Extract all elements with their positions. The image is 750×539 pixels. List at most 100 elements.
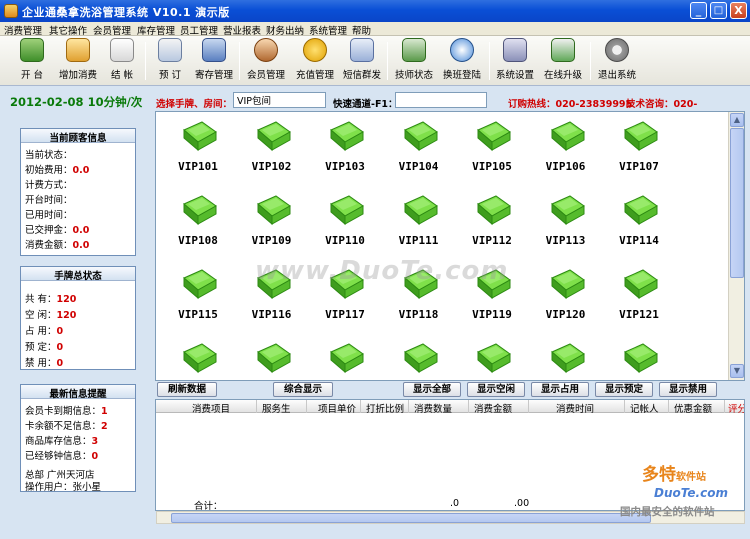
info-row: 已交押金：0.0 — [25, 225, 90, 236]
room-status-icon — [183, 121, 217, 152]
refresh-button[interactable]: 刷新数据 — [157, 382, 217, 397]
select-room-input[interactable] — [233, 92, 326, 108]
menu-other[interactable]: 其它操作 — [49, 23, 87, 37]
room-tile[interactable] — [456, 336, 528, 380]
room-tile[interactable]: VIP110 — [309, 188, 381, 260]
room-tile[interactable]: VIP102 — [236, 114, 308, 186]
scroll-down-icon[interactable]: ▼ — [730, 364, 744, 378]
checkout-button[interactable]: 结 帐 — [102, 38, 142, 84]
recharge-button[interactable]: 充值管理 — [293, 38, 337, 84]
status-row-item: 占 用：0 — [25, 326, 64, 337]
menu-finance[interactable]: 财务出纳 — [266, 23, 304, 37]
col-rating[interactable]: 评分 — [728, 401, 744, 415]
col-amount[interactable]: 消费金额 — [474, 401, 512, 415]
menu-consumption[interactable]: 消费管理 — [4, 23, 42, 37]
room-name: VIP118 — [398, 308, 439, 321]
menu-help[interactable]: 帮助 — [352, 23, 371, 37]
members-button[interactable]: 会员管理 — [243, 38, 289, 84]
minimize-button[interactable]: _ — [690, 2, 707, 19]
scroll-up-icon[interactable]: ▲ — [730, 113, 744, 127]
combined-display-button[interactable]: 综合显示 — [273, 382, 333, 397]
settings-button[interactable]: 系统设置 — [493, 38, 537, 84]
menu-system[interactable]: 系统管理 — [309, 23, 347, 37]
storage-icon — [202, 38, 226, 62]
menu-reports[interactable]: 营业报表 — [223, 23, 261, 37]
show-disabled-button[interactable]: 显示禁用 — [659, 382, 717, 397]
upgrade-button[interactable]: 在线升级 — [541, 38, 585, 84]
show-reserved-button[interactable]: 显示预定 — [595, 382, 653, 397]
room-tile[interactable]: VIP103 — [309, 114, 381, 186]
room-tile[interactable]: VIP111 — [383, 188, 455, 260]
room-tile[interactable] — [603, 336, 675, 380]
room-tile[interactable] — [530, 336, 602, 380]
quick-channel-input[interactable] — [395, 92, 487, 108]
room-tile[interactable]: VIP113 — [530, 188, 602, 260]
reservation-button[interactable]: 预 订 — [150, 38, 190, 84]
shift-login-button[interactable]: 换班登陆 — [440, 38, 484, 84]
room-tile[interactable]: VIP105 — [456, 114, 528, 186]
room-tile[interactable] — [309, 336, 381, 380]
room-name: VIP109 — [251, 234, 292, 247]
col-item[interactable]: 消费项目 — [192, 401, 230, 415]
room-tile[interactable]: VIP109 — [236, 188, 308, 260]
room-status-icon — [403, 121, 438, 152]
brand-slogan: 国内最安全的软件站 — [620, 506, 715, 518]
col-quantity[interactable]: 消费数量 — [414, 401, 452, 415]
room-tile[interactable] — [236, 336, 308, 380]
room-tile[interactable]: VIP115 — [162, 262, 234, 334]
technician-button[interactable]: 技师状态 — [392, 38, 436, 84]
filter-bar: 刷新数据 综合显示 显示全部 显示空闲 显示占用 显示预定 显示禁用 — [155, 382, 745, 398]
room-grid: VIP101 VIP102 VIP103 VIP104 VIP105 VIP106 VIP1… — [155, 111, 745, 381]
menu-inventory[interactable]: 库存管理 — [137, 23, 175, 37]
scroll-thumb[interactable] — [730, 128, 744, 278]
hscroll-thumb[interactable] — [171, 513, 651, 523]
maximize-button[interactable]: □ — [710, 2, 727, 19]
add-consumption-icon — [66, 38, 90, 62]
exit-button[interactable]: 退出系统 — [594, 38, 640, 84]
menu-members[interactable]: 会员管理 — [93, 23, 131, 37]
col-discount[interactable]: 打折比例 — [366, 401, 404, 415]
card-status-box: 手牌总状态 共 有：120 空 闲：120 占 用：0 预 定：0 禁 用：0 — [20, 266, 136, 370]
settings-icon — [503, 38, 527, 62]
show-occupied-button[interactable]: 显示占用 — [531, 382, 589, 397]
room-tile[interactable] — [383, 336, 455, 380]
show-free-button[interactable]: 显示空闲 — [467, 382, 525, 397]
room-tile[interactable] — [162, 336, 234, 380]
room-name: VIP115 — [178, 308, 218, 321]
customer-info-box: 当前顾客信息 当前状态： 初始费用：0.0 计费方式： 开台时间： 已用时间： … — [20, 128, 136, 256]
room-tile[interactable]: VIP107 — [603, 114, 675, 186]
room-status-icon — [624, 121, 658, 152]
room-status-icon — [477, 195, 511, 226]
close-button[interactable]: X — [730, 2, 747, 19]
room-tile[interactable]: VIP106 — [530, 114, 602, 186]
room-tile[interactable]: VIP101 — [162, 114, 234, 186]
add-consumption-button[interactable]: 增加消费 — [56, 38, 100, 84]
room-tile[interactable]: VIP121 — [603, 262, 675, 334]
status-row: 2012-02-08 10分钟/次 选择手牌、房间： 快速通道-F1： 订购热线… — [0, 88, 750, 121]
info-row: 开台时间： — [25, 195, 73, 206]
room-name: VIP105 — [472, 160, 512, 173]
room-tile[interactable]: VIP112 — [456, 188, 528, 260]
sms-button[interactable]: 短信群发 — [340, 38, 384, 84]
col-recorder[interactable]: 记帐人 — [630, 401, 659, 415]
col-discount-amount[interactable]: 优惠金额 — [674, 401, 712, 415]
alerts-title: 最新信息提醒 — [21, 385, 135, 400]
total-quantity: .0 — [450, 498, 460, 509]
room-tile[interactable]: VIP120 — [530, 262, 602, 334]
show-all-button[interactable]: 显示全部 — [403, 382, 461, 397]
status-row-item: 空 闲：120 — [25, 310, 77, 321]
vertical-scrollbar[interactable]: ▲ ▼ — [728, 112, 744, 380]
col-waiter[interactable]: 服务生 — [262, 401, 291, 415]
room-name: VIP107 — [619, 160, 659, 173]
room-tile[interactable]: VIP104 — [383, 114, 455, 186]
room-status-icon — [550, 195, 585, 226]
room-tile[interactable]: VIP108 — [162, 188, 234, 260]
alert-row: 卡余额不足信息：2 — [25, 421, 108, 432]
col-unit-price[interactable]: 项目单价 — [318, 401, 356, 415]
open-table-button[interactable]: 开 台 — [10, 38, 54, 84]
menu-staff[interactable]: 员工管理 — [180, 23, 218, 37]
storage-button[interactable]: 寄存管理 — [192, 38, 236, 84]
room-tile[interactable]: VIP114 — [603, 188, 675, 260]
col-time[interactable]: 消费时间 — [556, 401, 594, 415]
room-name: VIP119 — [472, 308, 512, 321]
